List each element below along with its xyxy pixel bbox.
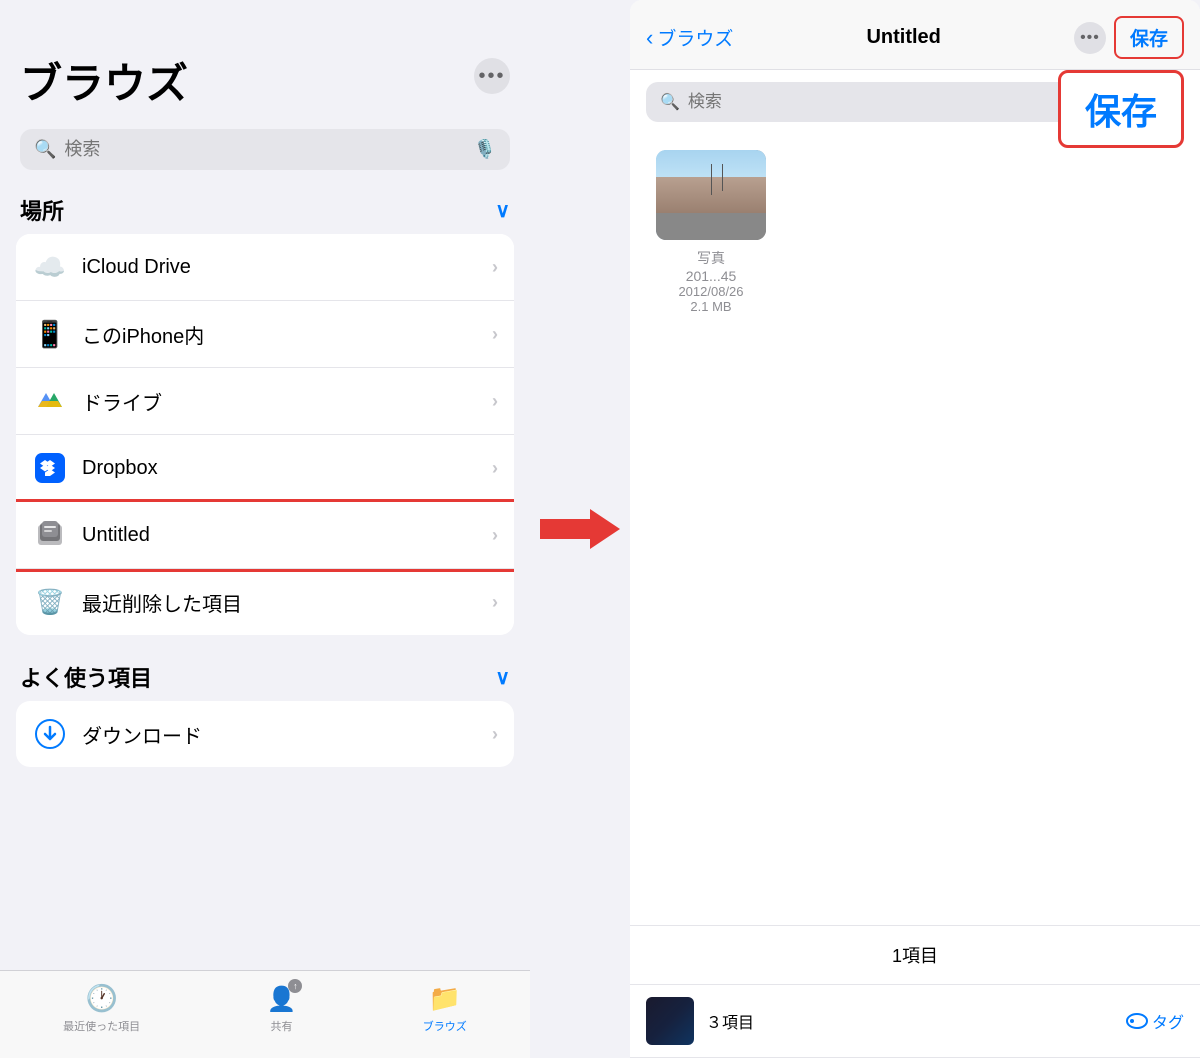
nav-title: Untitled [741,26,1066,49]
tab-recent[interactable]: 🕐 最近使った項目 [63,983,140,1034]
search-icon-left: 🔍 [34,139,56,160]
bottom-thumbnail [646,997,694,1045]
untitled-chevron: › [492,525,498,546]
tag-button[interactable]: タグ [1126,1009,1184,1033]
dropbox-chevron: › [492,458,498,479]
favorites-list: ダウンロード › [16,701,514,767]
tab-browse-label: ブラウズ [423,1018,467,1034]
drive-icon [32,383,68,419]
chevron-down-favorites[interactable]: ∨ [495,665,510,690]
file-name-jp: 写真 [697,248,725,268]
drive-label: ドライブ [82,387,492,416]
section-header-places: 場所 ∨ [0,188,530,234]
chevron-down-places[interactable]: ∨ [495,198,510,223]
iphone-chevron: › [492,324,498,345]
right-panel: ‹ ブラウズ Untitled ••• 保存 🔍 写 [630,0,1200,1058]
bottom-tabs: 🕐 最近使った項目 👤 ↑ 共有 📁 ブラウズ [0,970,530,1058]
list-item-drive[interactable]: ドライブ › [16,368,514,435]
file-size: 2.1 MB [690,299,731,314]
tab-recent-label: 最近使った項目 [63,1018,140,1034]
dropbox-icon [32,450,68,486]
pole2 [722,164,723,191]
iphone-label: このiPhone内 [82,320,492,349]
save-callout-label: 保存 [1085,91,1157,132]
back-button[interactable]: ‹ ブラウズ [646,24,733,51]
file-item[interactable]: 写真 201...45 2012/08/26 2.1 MB [646,150,776,314]
more-dots-icon: ••• [478,65,505,88]
file-thumbnail [656,150,766,240]
icloud-icon: ☁️ [32,249,68,285]
tab-shared-label: 共有 [270,1018,292,1034]
list-item-download[interactable]: ダウンロード › [16,701,514,767]
section-title-places: 場所 [20,194,64,226]
trash-chevron: › [492,592,498,613]
download-label: ダウンロード [82,720,492,749]
tab-shared[interactable]: 👤 ↑ 共有 [267,983,297,1034]
untitled-icon [32,517,68,553]
section-title-favorites: よく使う項目 [20,661,152,693]
icloud-chevron: › [492,257,498,278]
download-icon [32,716,68,752]
file-date: 2012/08/26 [678,284,743,299]
trash-label: 最近削除した項目 [82,588,492,617]
bottom-item-count: ３項目 [706,1009,1114,1033]
back-label: ブラウズ [657,24,733,51]
more-button-right[interactable]: ••• [1074,22,1106,54]
red-arrow-icon [540,499,620,559]
search-bar-left: 🔍 🎙️ [20,129,510,170]
street-scene [656,150,766,240]
item-count: 1項目 [630,925,1200,985]
search-input-left[interactable] [64,139,465,160]
tab-browse[interactable]: 📁 ブラウズ [423,983,467,1034]
more-button-left[interactable]: ••• [474,58,510,94]
save-callout: 保存 [1058,70,1184,148]
right-nav: ‹ ブラウズ Untitled ••• 保存 [630,0,1200,70]
untitled-label: Untitled [82,524,492,547]
icloud-label: iCloud Drive [82,256,492,279]
list-item-icloud[interactable]: ☁️ iCloud Drive › [16,234,514,301]
places-list: ☁️ iCloud Drive › 📱 このiPhone内 › [16,234,514,635]
section-header-favorites: よく使う項目 ∨ [0,655,530,701]
iphone-icon: 📱 [32,316,68,352]
more-dots-right-icon: ••• [1080,29,1100,47]
file-grid: 写真 201...45 2012/08/26 2.1 MB [630,130,1200,334]
tag-icon [1126,1013,1148,1029]
left-panel: ブラウズ ••• 🔍 🎙️ 場所 ∨ ☁️ iCloud Drive › 📱 こ… [0,0,530,1058]
save-button[interactable]: 保存 [1114,16,1184,59]
back-chevron-icon: ‹ [646,25,653,51]
browse-title: ブラウズ [20,50,188,111]
file-name-en: 201...45 [686,268,737,284]
pole [711,164,712,196]
drive-chevron: › [492,391,498,412]
road-layer [656,213,766,240]
list-item-iphone[interactable]: 📱 このiPhone内 › [16,301,514,368]
download-chevron: › [492,724,498,745]
bottom-list-item[interactable]: ３項目 タグ [630,985,1200,1058]
list-item-untitled[interactable]: Untitled › [16,502,514,569]
list-item-trash[interactable]: 🗑️ 最近削除した項目 › [16,569,514,635]
shared-icon: 👤 ↑ [267,983,297,1014]
tag-label: タグ [1152,1009,1184,1033]
folder-icon: 📁 [429,983,461,1014]
trash-icon: 🗑️ [32,584,68,620]
clock-icon: 🕐 [85,983,117,1014]
bottom-thumb-inner [646,997,694,1045]
dropbox-label: Dropbox [82,457,492,480]
left-header: ブラウズ ••• [0,0,530,121]
search-icon-right: 🔍 [660,92,680,112]
mic-icon[interactable]: 🎙️ [474,139,496,160]
arrow-area [530,0,630,1058]
list-item-dropbox[interactable]: Dropbox › [16,435,514,502]
